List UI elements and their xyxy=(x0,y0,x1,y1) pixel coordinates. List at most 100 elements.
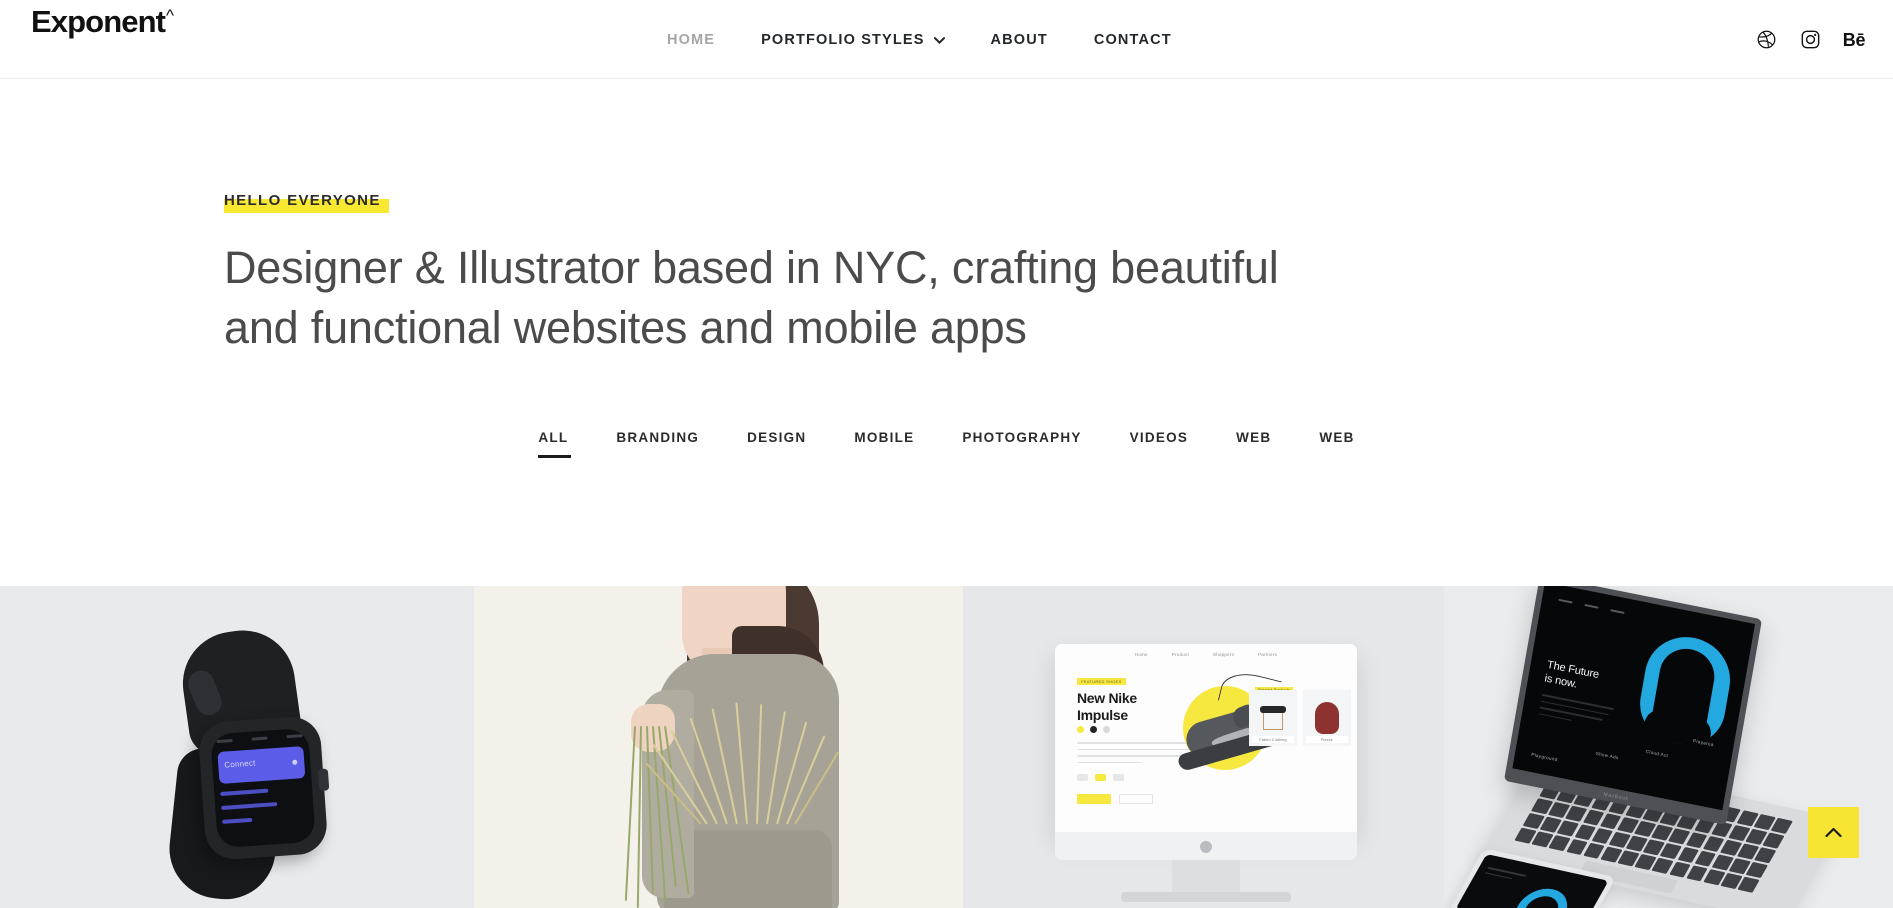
social-links: Bē xyxy=(1755,0,1866,79)
mb-caption-mid: Show Ads xyxy=(1595,750,1619,761)
watch-crown xyxy=(317,768,330,792)
mb-site-nav xyxy=(1558,598,1625,614)
mock-card-label: Fleece xyxy=(1306,736,1348,743)
mock-featured-tag: FEATURED SHOES xyxy=(1077,678,1126,685)
mock-cta-buttons xyxy=(1077,794,1153,804)
dribbble-icon[interactable] xyxy=(1755,29,1777,51)
behance-glyph: Bē xyxy=(1842,29,1866,50)
size-option xyxy=(1077,774,1088,781)
mock-nav-item: Partners xyxy=(1258,652,1278,657)
filter-tab-web-2[interactable]: WEB xyxy=(1295,430,1378,458)
hero-eyebrow: HELLO EVERYONE xyxy=(224,192,381,209)
mock-related-cards: Fabrio Clothing Fleece xyxy=(1249,690,1351,746)
filter-tab-web-1[interactable]: WEB xyxy=(1212,430,1295,458)
logo-text: Exponent xyxy=(31,4,166,39)
phone-text-lines xyxy=(1483,866,1527,885)
watch-screen-card: Connect xyxy=(217,746,306,785)
behance-icon[interactable]: Bē xyxy=(1842,29,1866,51)
macbook-mockup: The Future is now. Playground Show Ads C… xyxy=(1444,586,1893,908)
watch-ui-chip xyxy=(251,736,268,741)
watch-ui-chip xyxy=(286,734,303,739)
portfolio-filter-tabs: ALL BRANDING DESIGN MOBILE PHOTOGRAPHY V… xyxy=(0,430,1893,458)
instagram-icon[interactable] xyxy=(1799,29,1821,51)
filter-tab-branding[interactable]: BRANDING xyxy=(592,430,723,458)
mb-body-lines xyxy=(1537,693,1614,734)
phone-portrait-ring xyxy=(1503,884,1577,908)
filter-label: WEB xyxy=(1319,429,1355,445)
nav-label: HOME xyxy=(667,31,716,48)
filter-label: MOBILE xyxy=(854,429,915,445)
size-option-selected xyxy=(1095,774,1106,781)
nav-item-home[interactable]: HOME xyxy=(644,32,738,48)
mock-buy-button xyxy=(1077,794,1111,804)
filter-label: ALL xyxy=(538,429,569,445)
nav-item-portfolio-styles[interactable]: PORTFOLIO STYLES xyxy=(738,32,967,48)
nav-label: ABOUT xyxy=(990,31,1048,48)
mock-nav-item: Product xyxy=(1171,652,1189,657)
watch-ui-line xyxy=(222,817,253,824)
mock-color-swatches xyxy=(1077,726,1110,733)
mock-related-card: Fabrio Clothing xyxy=(1249,690,1297,746)
filter-tab-design[interactable]: DESIGN xyxy=(723,430,830,458)
portfolio-item-fashion-photography[interactable] xyxy=(474,586,963,908)
apple-logo-icon xyxy=(1200,839,1212,853)
phone-portrait-silhouette xyxy=(1510,893,1565,908)
imac-stand xyxy=(1172,860,1240,896)
chevron-up-icon xyxy=(1825,827,1842,838)
macbook-screen: The Future is now. Playground Show Ads C… xyxy=(1512,586,1755,811)
watch-strap-hole xyxy=(184,666,226,720)
portfolio-item-smartwatch-app[interactable]: Connect xyxy=(0,586,474,908)
watch-screen: Connect xyxy=(210,727,316,849)
watch-ui-chip xyxy=(216,739,233,744)
filter-label: VIDEOS xyxy=(1129,429,1189,445)
hero-headline: Designer & Illustrator based in NYC, cra… xyxy=(224,242,1279,353)
nav-label: PORTFOLIO STYLES xyxy=(761,31,925,48)
mock-title-line-2: Impulse xyxy=(1077,707,1128,724)
mock-card-label: Fabrio Clothing xyxy=(1252,736,1294,743)
chair-thumbnail xyxy=(1260,706,1286,730)
imac-mockup: Home Product Shoppers Partners FEATURED … xyxy=(963,586,1444,908)
portfolio-grid: Connect Home Product Shoppers Partners F… xyxy=(0,586,1893,908)
watch-ui-line xyxy=(221,802,278,810)
portfolio-item-macbook-agency[interactable]: The Future is now. Playground Show Ads C… xyxy=(1444,586,1893,908)
scroll-to-top-button[interactable] xyxy=(1808,807,1859,858)
watch-card-label: Connect xyxy=(223,758,256,770)
mock-nav-item: Shoppers xyxy=(1212,652,1235,657)
watch-card-dot xyxy=(292,759,298,765)
filter-tab-photography[interactable]: PHOTOGRAPHY xyxy=(938,430,1105,458)
nav-label: CONTACT xyxy=(1093,31,1172,48)
watch-ui-line xyxy=(220,788,269,796)
grass-stems xyxy=(624,702,840,908)
mock-secondary-button xyxy=(1119,794,1153,804)
logo-caret-icon: ^ xyxy=(166,6,175,25)
filter-tab-mobile[interactable]: MOBILE xyxy=(830,430,938,458)
mock-size-selector xyxy=(1077,774,1124,781)
mb-hero-title: The Future is now. xyxy=(1543,659,1600,696)
mock-related-card: Fleece xyxy=(1303,690,1351,746)
swatch-gray xyxy=(1103,726,1110,733)
size-option xyxy=(1113,774,1124,781)
filter-label: WEB xyxy=(1236,429,1272,445)
portfolio-item-nike-ecommerce[interactable]: Home Product Shoppers Partners FEATURED … xyxy=(963,586,1444,908)
filter-tab-all[interactable]: ALL xyxy=(514,430,592,458)
filter-label: DESIGN xyxy=(747,429,807,445)
site-logo[interactable]: Exponent ^ xyxy=(31,6,174,37)
watch-screen-toprow xyxy=(216,734,303,744)
filter-label: PHOTOGRAPHY xyxy=(962,429,1082,445)
nav-item-about[interactable]: ABOUT xyxy=(968,32,1071,48)
filter-tab-videos[interactable]: VIDEOS xyxy=(1106,430,1213,458)
swatch-dark xyxy=(1090,726,1097,733)
active-underline xyxy=(538,454,572,458)
mock-title-line-1: New Nike xyxy=(1077,690,1137,706)
imac-chin xyxy=(1055,832,1357,860)
nav-item-contact[interactable]: CONTACT xyxy=(1071,32,1195,48)
imac-base xyxy=(1121,892,1291,902)
mb-portrait-graphic xyxy=(1634,629,1737,752)
grass-plume xyxy=(645,694,846,825)
mock-site-nav: Home Product Shoppers Partners xyxy=(1055,652,1357,657)
site-header: Exponent ^ HOME PORTFOLIO STYLES ABOUT C… xyxy=(0,0,1893,79)
mb-caption-center: Cloud Act xyxy=(1645,748,1669,759)
hero-section: HELLO EVERYONE Designer & Illustrator ba… xyxy=(0,79,1893,358)
smartwatch-illustration: Connect xyxy=(148,623,330,905)
chair-legs xyxy=(1263,713,1283,730)
